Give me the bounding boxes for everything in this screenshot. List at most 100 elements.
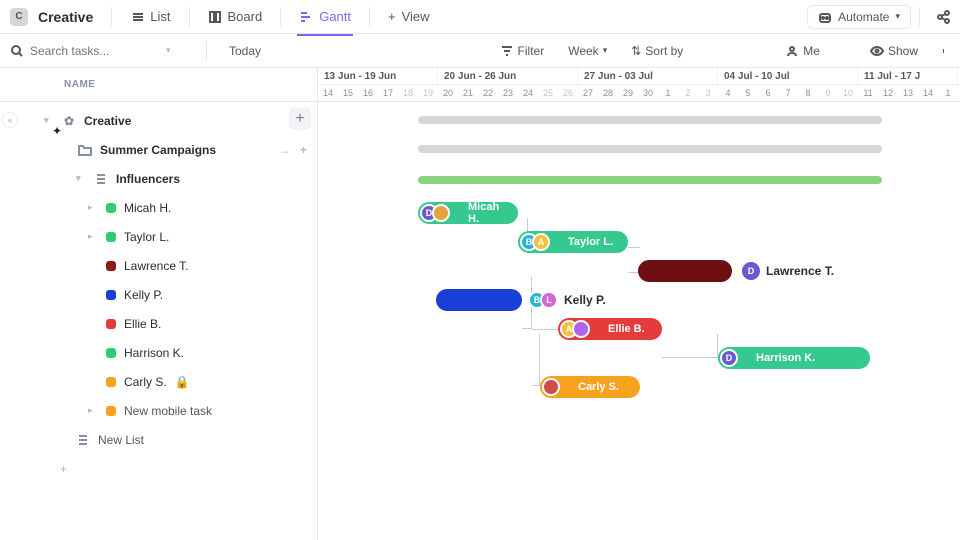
chevron-right-icon[interactable]: ▸ — [88, 405, 98, 416]
gantt-task-bar[interactable]: D Micah H. — [418, 202, 518, 224]
lock-icon: 🔒 — [175, 375, 190, 389]
space-title[interactable]: Creative — [38, 9, 93, 25]
space-icon[interactable]: C — [10, 8, 28, 26]
color-icon[interactable] — [727, 44, 741, 58]
gantt-task-bar[interactable] — [638, 260, 732, 282]
day-header: 16 — [358, 85, 378, 101]
filter-icon — [500, 44, 514, 58]
gantt-bar-space[interactable] — [418, 116, 882, 124]
me-mode-button[interactable]: Me — [779, 40, 826, 62]
day-header: 14 — [318, 85, 338, 101]
gantt-task-bar[interactable]: Carly S. — [540, 376, 640, 398]
chevron-down-icon[interactable]: ▾ — [166, 45, 171, 56]
chevron-down-icon[interactable]: ▾ — [76, 173, 86, 184]
gantt-task-bar[interactable]: D Harrison K. — [718, 347, 870, 369]
arrow-right-icon[interactable]: → — [278, 143, 290, 157]
week-header: 04 Jul - 10 Jul — [718, 68, 858, 84]
automate-button[interactable]: Automate ▾ — [807, 5, 911, 29]
search-input-wrapper[interactable]: ▾ — [10, 44, 190, 58]
status-square — [106, 406, 116, 416]
day-header: 15 — [338, 85, 358, 101]
day-header: 18 — [398, 85, 418, 101]
plus-icon[interactable]: + — [300, 143, 307, 157]
search-icon — [10, 44, 24, 58]
task-row[interactable]: ▸ Ellie B. — [0, 309, 317, 338]
collapse-sidebar-button[interactable]: « — [2, 112, 18, 128]
robot-icon — [818, 10, 832, 24]
day-header: 14 — [918, 85, 938, 101]
gantt-task-bar[interactable]: A Ellie B. — [558, 318, 662, 340]
day-header: 20 — [438, 85, 458, 101]
status-square — [106, 377, 116, 387]
day-header: 4 — [718, 85, 738, 101]
view-gantt[interactable]: Gantt — [289, 3, 361, 30]
assignee-avatars[interactable]: A — [560, 320, 590, 338]
day-header: 10 — [838, 85, 858, 101]
sort-icon: ⇅ — [631, 44, 641, 58]
today-button[interactable]: Today — [223, 40, 267, 62]
task-row[interactable]: ▸ Micah H. — [0, 193, 317, 222]
download-icon[interactable] — [753, 44, 767, 58]
task-row[interactable]: ▸ Harrison K. — [0, 338, 317, 367]
eye-icon — [870, 44, 884, 58]
task-row[interactable]: ▸ Lawrence T. — [0, 251, 317, 280]
gantt-task-bar[interactable] — [436, 289, 522, 311]
day-header: 11 — [858, 85, 878, 101]
person-icon — [785, 44, 799, 58]
day-header: 1 — [938, 85, 958, 101]
search-input[interactable] — [30, 44, 160, 58]
gantt-task-label: Harrison K. — [756, 352, 815, 364]
chevron-right-icon[interactable]: ▸ — [88, 202, 98, 213]
status-square — [106, 290, 116, 300]
assignee-avatars[interactable] — [542, 378, 560, 396]
view-board[interactable]: Board — [198, 3, 273, 30]
filter-button[interactable]: Filter — [494, 40, 551, 62]
new-list-row[interactable]: New List — [0, 425, 317, 454]
day-header: 22 — [478, 85, 498, 101]
gantt-task-label[interactable]: DLawrence T. — [742, 262, 834, 280]
week-header: 20 Jun - 26 Jun — [438, 68, 578, 84]
gantt-task-bar[interactable]: BA Taylor L. — [518, 231, 628, 253]
chevron-right-icon[interactable]: ▸ — [88, 231, 98, 242]
assignees-icon[interactable] — [838, 44, 852, 58]
gantt-icon — [299, 10, 313, 24]
show-button[interactable]: Show — [864, 40, 924, 62]
list-row[interactable]: ▾ Influencers — [0, 164, 317, 193]
add-row[interactable]: + — [0, 454, 317, 483]
column-name-header: NAME — [0, 68, 317, 102]
task-name: Taylor L. — [124, 230, 169, 244]
assignee-avatars[interactable]: D — [420, 204, 450, 222]
fullscreen-icon[interactable] — [936, 44, 950, 58]
add-column-button[interactable]: + — [289, 108, 311, 130]
leaf-icon: ✿ — [62, 114, 76, 128]
status-square — [106, 319, 116, 329]
day-header: 27 — [578, 85, 598, 101]
gantt-task-label[interactable]: BLKelly P. — [528, 291, 606, 309]
list-icon — [76, 433, 90, 447]
gantt-bar-list[interactable] — [418, 176, 882, 184]
view-list[interactable]: List — [120, 3, 180, 30]
day-header: 17 — [378, 85, 398, 101]
task-name: Lawrence T. — [124, 259, 188, 273]
space-row[interactable]: ▾ ✿ Creative — [0, 106, 317, 135]
assignee-avatars[interactable]: D — [720, 349, 738, 367]
add-view-button[interactable]: + View — [378, 3, 440, 30]
day-header: 13 — [898, 85, 918, 101]
day-header: 9 — [818, 85, 838, 101]
day-header: 2 — [678, 85, 698, 101]
status-square — [106, 261, 116, 271]
assignee-avatars[interactable]: BA — [520, 233, 550, 251]
gantt-bar-folder[interactable] — [418, 145, 882, 153]
folder-row[interactable]: ▾ Summer Campaigns → + — [0, 135, 317, 164]
task-row[interactable]: ▸ Taylor L. — [0, 222, 317, 251]
sortby-button[interactable]: ⇅ Sort by — [625, 40, 689, 62]
zoom-select[interactable]: Week ▾ — [562, 40, 613, 62]
new-task-row[interactable]: ▸ New mobile task — [0, 396, 317, 425]
task-row[interactable]: ▸ Kelly P. — [0, 280, 317, 309]
day-header: 19 — [418, 85, 438, 101]
task-row[interactable]: ▸ Carly S. 🔒 — [0, 367, 317, 396]
share-icon[interactable] — [936, 10, 950, 24]
reschedule-icon[interactable] — [701, 44, 715, 58]
folder-icon — [78, 143, 92, 157]
chevron-down-icon: ▾ — [895, 11, 900, 22]
